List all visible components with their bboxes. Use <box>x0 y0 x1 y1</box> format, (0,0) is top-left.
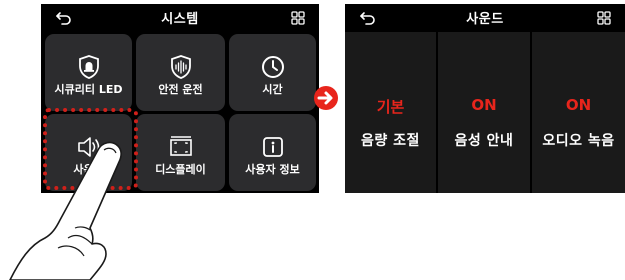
tile-display[interactable]: 디스플레이 <box>136 114 225 191</box>
volume-panel[interactable]: 기본 음량 조절 <box>345 32 436 193</box>
safe-driving-icon <box>170 55 191 79</box>
sound-title: 사운드 <box>466 12 504 27</box>
tile-time[interactable]: 시간 <box>229 34 316 111</box>
voice-guide-caption: 음성 안내 <box>454 133 514 149</box>
info-icon <box>262 137 283 157</box>
audio-recording-value: ON <box>565 96 592 114</box>
tile-safe-driving[interactable]: 안전 운전 <box>136 34 225 111</box>
tile-label: 안전 운전 <box>158 83 203 96</box>
audio-recording-caption: 오디오 녹음 <box>542 133 615 149</box>
arrow-right-icon <box>314 86 338 110</box>
grid-menu-icon[interactable] <box>291 11 305 25</box>
tile-user-info[interactable]: 사용자 정보 <box>229 114 316 191</box>
sound-screen: 사운드 기본 음량 조절 ON 음성 안내 ON 오디오 녹음 <box>345 4 625 193</box>
pointing-hand-icon <box>9 141 122 280</box>
system-title: 시스템 <box>161 12 199 27</box>
volume-value: 기본 <box>376 98 405 116</box>
voice-guide-value: ON <box>471 96 497 114</box>
tile-security-led[interactable]: 시큐리티 LED <box>45 34 132 111</box>
tile-label: 시큐리티 LED <box>54 83 123 96</box>
tile-label: 디스플레이 <box>155 163 206 176</box>
clock-icon <box>261 56 284 78</box>
security-led-icon <box>78 55 99 79</box>
audio-recording-panel[interactable]: ON 오디오 녹음 <box>532 32 625 193</box>
system-topbar: 시스템 <box>41 4 319 32</box>
tile-label: 시간 <box>262 83 283 96</box>
display-icon <box>169 136 192 156</box>
volume-caption: 음량 조절 <box>361 133 420 149</box>
sound-topbar: 사운드 <box>345 4 625 32</box>
tile-label: 사용자 정보 <box>245 163 300 176</box>
grid-menu-icon[interactable] <box>597 11 611 25</box>
voice-guide-panel[interactable]: ON 음성 안내 <box>438 32 530 193</box>
